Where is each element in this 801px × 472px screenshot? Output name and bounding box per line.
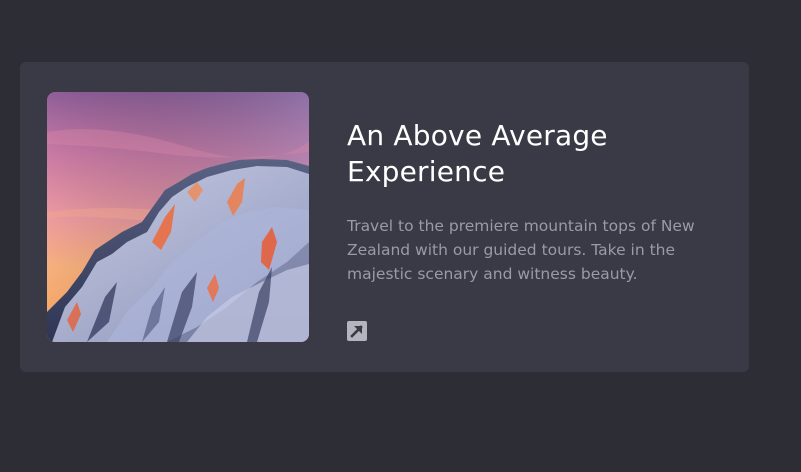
card-title: An Above Average Experience [347,119,608,188]
card-body: An Above Average Experience Travel to th… [347,118,717,286]
card-description: Travel to the premiere mountain tops of … [347,217,695,283]
external-link-arrow-icon[interactable] [347,321,367,341]
feature-card: An Above Average Experience Travel to th… [20,62,749,372]
mountain-image [47,92,309,342]
mountain-illustration [47,92,309,342]
